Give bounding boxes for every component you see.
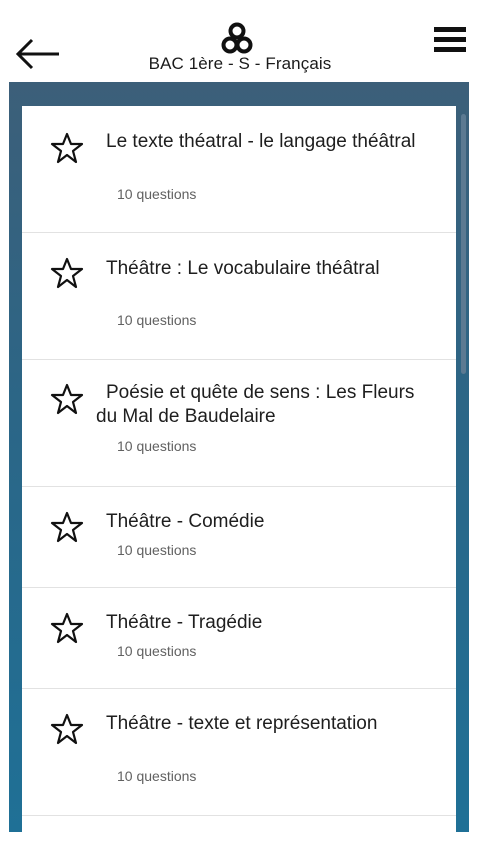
menu-button[interactable]: [432, 24, 468, 56]
quiz-list[interactable]: Le texte théatral - le langage théâtral …: [22, 106, 456, 832]
item-question-count: 10 questions: [117, 768, 197, 784]
item-title: Le texte théatral - le langage théâtral: [106, 131, 416, 152]
page-subtitle: BAC 1ère - S - Français: [148, 54, 332, 73]
item-title: Théâtre - Comédie: [106, 511, 265, 532]
star-outline-icon[interactable]: [50, 132, 84, 164]
item-title: Théâtre - texte et représentation: [106, 713, 378, 734]
list-item[interactable]: Poésie et quête de sens : Les Fleurs du …: [22, 360, 456, 487]
item-question-count: 10 questions: [117, 186, 197, 202]
item-title: Poésie et quête de sens : Les Fleurs du …: [96, 382, 415, 427]
list-item[interactable]: Théâtre : Le vocabulaire théâtral 10 que…: [22, 233, 456, 360]
list-item[interactable]: Théâtre - Tragédie 10 questions: [22, 588, 456, 689]
item-title: Théâtre - Tragédie: [106, 612, 263, 633]
hamburger-menu-icon: [434, 27, 466, 52]
app-header: BAC 1ère - S - Français: [0, 0, 480, 82]
app-logo-icon: [221, 22, 253, 56]
list-item[interactable]: Le texte théatral - le langage théâtral …: [22, 106, 456, 233]
list-scrollbar[interactable]: [461, 114, 466, 374]
list-item-partial[interactable]: [22, 816, 456, 832]
item-title: Théâtre : Le vocabulaire théâtral: [106, 258, 380, 279]
item-question-count: 10 questions: [117, 643, 197, 659]
item-question-count: 10 questions: [117, 438, 197, 454]
star-outline-icon[interactable]: [50, 612, 84, 644]
list-item[interactable]: Théâtre - Comédie 10 questions: [22, 487, 456, 588]
list-item[interactable]: Théâtre - texte et représentation 10 que…: [22, 689, 456, 816]
star-outline-icon[interactable]: [50, 257, 84, 289]
star-outline-icon[interactable]: [50, 383, 84, 415]
star-outline-icon[interactable]: [50, 713, 84, 745]
item-question-count: 10 questions: [117, 312, 197, 328]
star-outline-icon[interactable]: [50, 511, 84, 543]
item-question-count: 10 questions: [117, 542, 197, 558]
